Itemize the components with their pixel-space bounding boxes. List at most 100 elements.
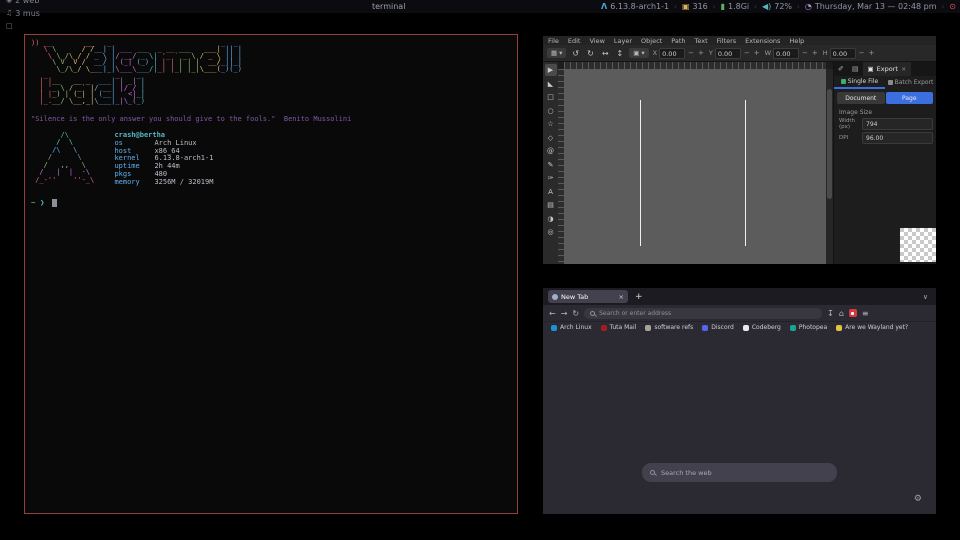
browser-window[interactable]: New Tab × + ∨ ← → ↻ Search or enter addr… xyxy=(543,288,936,514)
bookmark-label: Photopea xyxy=(799,324,827,331)
rectangle-tool[interactable]: □ xyxy=(545,91,557,103)
dropper-tool[interactable]: ◑ xyxy=(545,213,557,225)
menu-item[interactable]: File xyxy=(548,37,559,45)
volume-module[interactable]: ◀) 72% xyxy=(762,2,792,11)
menu-item[interactable]: Object xyxy=(641,37,662,45)
single-file-tab[interactable]: Single File xyxy=(834,76,885,89)
decrement-button[interactable]: − xyxy=(687,49,695,57)
pen-tool[interactable]: ✑ xyxy=(545,172,557,184)
new-tab-button[interactable]: + xyxy=(628,292,650,302)
menu-item[interactable]: Edit xyxy=(568,37,581,45)
clock-module: ◔ Thursday, Mar 13 — 02:48 pm xyxy=(805,2,937,11)
separator: ‹ xyxy=(797,3,800,11)
rotate-ccw-icon[interactable]: ↺ xyxy=(570,49,581,58)
page-border-left xyxy=(640,100,641,246)
text-tool[interactable]: A xyxy=(545,186,557,198)
bookmark-label: Are we Wayland yet? xyxy=(845,324,908,331)
coordinate-field[interactable]: Y 0.00 − + xyxy=(709,48,761,59)
pencil-dock-icon[interactable]: ✐ xyxy=(834,65,848,73)
volume-icon: ◀) xyxy=(762,2,771,11)
field-value[interactable]: 0.00 xyxy=(830,48,856,59)
close-tab-icon[interactable]: × xyxy=(619,293,624,301)
close-icon[interactable]: × xyxy=(901,65,906,73)
export-icon: ▣ xyxy=(868,65,874,73)
zoom-tool[interactable]: ◎ xyxy=(545,226,557,238)
home-button[interactable]: ⌂ xyxy=(839,309,844,318)
increment-button[interactable]: + xyxy=(811,49,819,57)
menu-item[interactable]: Extensions xyxy=(745,37,780,45)
node-tool[interactable]: ◣ xyxy=(545,78,557,90)
menu-button[interactable]: ≡ xyxy=(862,309,869,318)
drawing-canvas[interactable] xyxy=(564,69,826,264)
workspace-tag[interactable]: □ xyxy=(0,20,46,33)
document-button[interactable]: Document xyxy=(837,92,885,104)
coordinate-field[interactable]: X 0.00 − + xyxy=(653,48,705,59)
download-button[interactable]: ↧ xyxy=(827,309,834,318)
power-icon[interactable]: ⊙ xyxy=(949,2,956,11)
star-tool[interactable]: ☆ xyxy=(545,118,557,130)
bookmark-item[interactable]: Photopea xyxy=(790,324,827,331)
increment-button[interactable]: + xyxy=(868,49,876,57)
export-dialog-tab[interactable]: ▣ Export × xyxy=(863,62,912,76)
box3d-tool[interactable]: ◇ xyxy=(545,132,557,144)
batch-export-tab[interactable]: Batch Export xyxy=(885,76,936,89)
shell-prompt[interactable]: ~ ❯ xyxy=(31,198,511,207)
page-button[interactable]: Page xyxy=(886,92,934,104)
page-dropdown[interactable]: ▣ ▾ xyxy=(629,48,648,58)
bookmark-label: software refs xyxy=(654,324,693,331)
forward-button[interactable]: → xyxy=(561,309,568,318)
field-label: Y xyxy=(709,49,713,57)
menu-item[interactable]: Path xyxy=(671,37,685,45)
tab-list-chevron-icon[interactable]: ∨ xyxy=(923,293,936,301)
bookmark-item[interactable]: Arch Linux xyxy=(551,324,592,331)
field-value[interactable]: 0.00 xyxy=(715,48,741,59)
spiral-tool[interactable]: @ xyxy=(545,145,557,157)
gradient-tool[interactable]: ▤ xyxy=(545,199,557,211)
back-button[interactable]: ← xyxy=(549,309,556,318)
address-bar[interactable]: Search or enter address xyxy=(584,308,822,319)
coordinate-field[interactable]: W 0.00 − + xyxy=(765,48,819,59)
bookmark-item[interactable]: Discord xyxy=(702,324,734,331)
width-label: Width (px) xyxy=(839,118,859,130)
decrement-button[interactable]: − xyxy=(801,49,809,57)
terminal-window[interactable]: )) __ __ _ _ _ \ \ / /__| | ___ ___ _ __… xyxy=(24,34,518,514)
bookmark-item[interactable]: software refs xyxy=(645,324,693,331)
inkscape-window[interactable]: File Edit View Layer Object Path Text Filters Ex… xyxy=(543,36,936,264)
extension-icon[interactable] xyxy=(849,309,857,317)
separator: ‹ xyxy=(941,3,944,11)
address-placeholder: Search or enter address xyxy=(599,310,671,317)
reload-button[interactable]: ↻ xyxy=(572,309,579,318)
coordinate-field[interactable]: H 0.00 − + xyxy=(823,48,876,59)
layers-dock-icon[interactable]: ▤ xyxy=(848,65,863,73)
canvas-scrollbar[interactable] xyxy=(826,69,833,264)
bookmark-item[interactable]: Codeberg xyxy=(743,324,781,331)
width-input[interactable]: 794 xyxy=(862,118,933,130)
menu-item[interactable]: View xyxy=(589,37,604,45)
bookmark-item[interactable]: Are we Wayland yet? xyxy=(836,324,908,331)
browser-tab[interactable]: New Tab × xyxy=(548,290,628,303)
ellipse-tool[interactable]: ○ xyxy=(545,105,557,117)
increment-button[interactable]: + xyxy=(753,49,761,57)
menu-item[interactable]: Layer xyxy=(614,37,632,45)
dpi-input[interactable]: 96.00 xyxy=(862,132,933,144)
field-value[interactable]: 0.00 xyxy=(773,48,799,59)
menu-item[interactable]: Filters xyxy=(717,37,736,45)
flip-horizontal-icon[interactable]: ↔ xyxy=(600,49,611,58)
bookmark-label: Codeberg xyxy=(752,324,781,331)
flip-vertical-icon[interactable]: ↕ xyxy=(615,49,626,58)
selection-mode-dropdown[interactable]: ▦ ▾ xyxy=(547,48,566,58)
menu-item[interactable]: Text xyxy=(695,37,708,45)
pencil-tool[interactable]: ✎ xyxy=(545,159,557,171)
bookmark-item[interactable]: Tuta Mail xyxy=(601,324,637,331)
field-value[interactable]: 0.00 xyxy=(659,48,685,59)
menu-item[interactable]: Help xyxy=(789,37,804,45)
package-count: 316 xyxy=(693,2,708,11)
web-search-box[interactable]: Search the web xyxy=(642,463,837,482)
workspace-tag[interactable]: ♫ 3 mus xyxy=(0,7,46,20)
settings-gear-icon[interactable]: ⚙ xyxy=(914,494,922,504)
rotate-cw-icon[interactable]: ↻ xyxy=(585,49,596,58)
decrement-button[interactable]: − xyxy=(858,49,866,57)
decrement-button[interactable]: − xyxy=(743,49,751,57)
selector-tool[interactable]: ▶ xyxy=(545,64,557,76)
increment-button[interactable]: + xyxy=(697,49,705,57)
